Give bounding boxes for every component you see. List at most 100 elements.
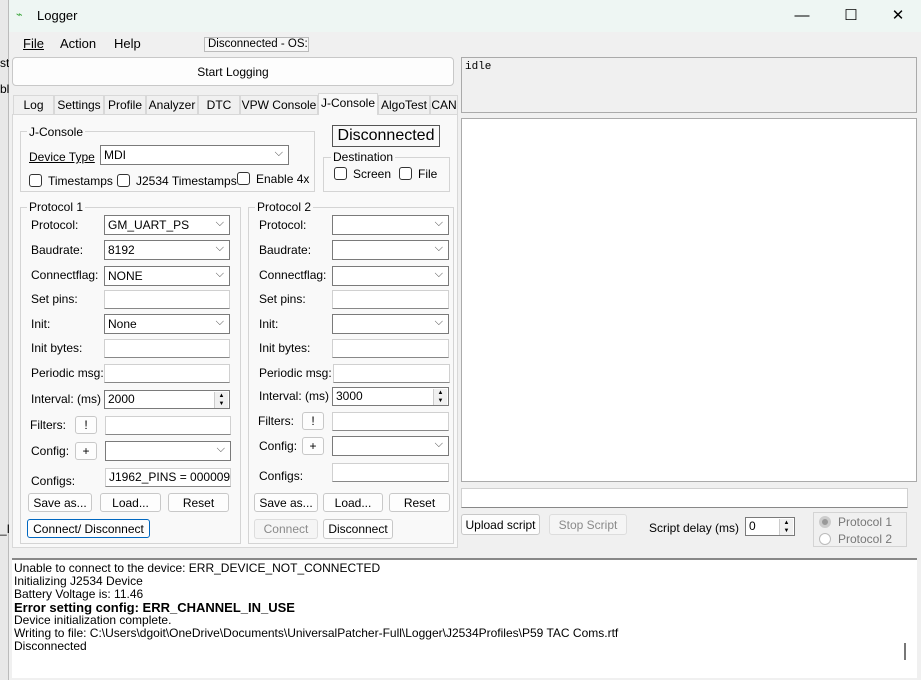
stop-script-button[interactable]: Stop Script (549, 514, 627, 535)
protocol-label: Protocol: (31, 218, 79, 232)
script-delay-spinner[interactable]: 0 ▲ ▼ (745, 517, 795, 536)
periodic-msg-1-input[interactable] (104, 364, 230, 383)
device-type-label: Device Type (29, 150, 95, 164)
reset-2-button[interactable]: Reset (389, 493, 450, 512)
menu-help[interactable]: Help (114, 36, 141, 51)
protocol-2-radio-label: Protocol 2 (838, 532, 893, 546)
filters-label: Filters: (258, 414, 294, 428)
tab-profile[interactable]: Profile (104, 95, 146, 114)
usb-device-icon: ⌁ (16, 9, 23, 21)
spinner-arrows-icon[interactable]: ▲ ▼ (433, 389, 447, 405)
filters-2-input[interactable] (332, 412, 449, 431)
init-label: Init: (259, 317, 279, 331)
config-2-select[interactable] (332, 435, 449, 456)
connectflag-1-select[interactable]: NONE (104, 265, 230, 286)
config-1-select[interactable] (105, 440, 231, 461)
tab-vpw-console[interactable]: VPW Console (240, 95, 318, 114)
log-line: Disconnected (14, 639, 87, 653)
tab-dtc[interactable]: DTC (198, 95, 240, 114)
save-as-1-button[interactable]: Save as... (28, 493, 92, 512)
init-2-select[interactable] (332, 313, 449, 334)
connectflag-2-select[interactable] (332, 265, 449, 286)
scrollbar-thumb[interactable] (904, 643, 906, 660)
screen-label: Screen (353, 167, 392, 181)
filters-label: Filters: (30, 418, 66, 432)
file-checkbox[interactable] (399, 167, 412, 180)
save-as-2-button[interactable]: Save as... (254, 493, 318, 512)
init-bytes-1-input[interactable] (104, 339, 230, 358)
filters-1-button[interactable]: ! (75, 416, 97, 434)
j2534-timestamps-checkbox[interactable] (117, 174, 130, 187)
protocol-2-radio[interactable] (819, 533, 831, 545)
protocol-label: Protocol: (259, 218, 307, 232)
status-textbox: idle (461, 57, 917, 113)
connection-status-label: Disconnected (332, 125, 440, 147)
log-output[interactable]: Unable to connect to the device: ERR_DEV… (12, 558, 917, 678)
set-pins-1-input[interactable] (104, 290, 230, 309)
periodic-msg-2-input[interactable] (333, 364, 450, 383)
protocol-1-radio-label: Protocol 1 (838, 515, 893, 529)
spinner-arrows-icon[interactable]: ▲ ▼ (214, 392, 228, 408)
script-delay-value: 0 (749, 519, 756, 533)
upload-script-button[interactable]: Upload script (461, 514, 540, 535)
timestamps-checkbox[interactable] (29, 174, 42, 187)
menu-file[interactable]: File (23, 36, 44, 51)
filters-1-input[interactable] (105, 416, 231, 435)
enable-4x-checkbox[interactable] (237, 172, 250, 185)
connection-os-status: Disconnected - OS: (204, 37, 309, 52)
disconnect-2-button[interactable]: Disconnect (323, 519, 393, 539)
init-bytes-label: Init bytes: (31, 341, 83, 355)
device-type-select[interactable]: MDI (100, 144, 289, 165)
menu-action[interactable]: Action (60, 36, 96, 51)
console-output[interactable] (461, 118, 917, 482)
command-input[interactable] (461, 488, 908, 508)
tab-log[interactable]: Log (13, 95, 54, 114)
set-pins-label: Set pins: (31, 292, 78, 306)
interval-value: 3000 (336, 389, 363, 403)
protocol-2-select[interactable] (332, 214, 449, 235)
background-fragment: bl (0, 82, 9, 96)
title-bar (9, 0, 921, 32)
connectflag-label: Connectflag: (259, 268, 327, 282)
add-config-2-button[interactable]: + (302, 437, 324, 455)
maximize-button[interactable]: ☐ (836, 5, 866, 27)
protocol-1-select[interactable]: GM_UART_PS (104, 214, 230, 235)
spinner-arrows-icon[interactable]: ▲ ▼ (779, 519, 793, 535)
load-2-button[interactable]: Load... (323, 493, 383, 512)
screen-checkbox[interactable] (334, 167, 347, 180)
init-1-select[interactable]: None (104, 313, 230, 334)
connect-disconnect-button[interactable]: Connect/ Disconnect (27, 519, 150, 538)
add-config-1-button[interactable]: + (75, 442, 97, 460)
baudrate-1-select[interactable]: 8192 (104, 239, 230, 260)
configs-1-input[interactable]: J1962_PINS = 00000900 (105, 468, 231, 487)
init-bytes-2-input[interactable] (332, 339, 449, 358)
configs-2-input[interactable] (332, 463, 449, 482)
minimize-button[interactable]: — (787, 5, 817, 27)
configs-label: Configs: (259, 469, 304, 483)
tab-settings[interactable]: Settings (54, 95, 104, 114)
load-1-button[interactable]: Load... (100, 493, 161, 512)
protocol-1-radio[interactable] (819, 516, 831, 528)
group-label: J-Console (27, 125, 86, 139)
set-pins-label: Set pins: (259, 292, 306, 306)
periodic-msg-label: Periodic msg: (31, 366, 104, 380)
baudrate-2-select[interactable] (332, 239, 449, 260)
set-pins-2-input[interactable] (332, 290, 449, 309)
start-logging-button[interactable]: Start Logging (12, 57, 454, 86)
tab-algotest[interactable]: AlgoTest (378, 95, 430, 114)
reset-1-button[interactable]: Reset (168, 493, 229, 512)
tab-can[interactable]: CAN (430, 95, 458, 114)
protocol-1-title: Protocol 1 (27, 200, 86, 214)
interval-2-spinner[interactable]: 3000 ▲ ▼ (332, 387, 449, 406)
connect-2-button[interactable]: Connect (254, 519, 318, 539)
interval-label: Interval: (ms) (259, 389, 330, 403)
close-button[interactable]: ✕ (883, 5, 913, 27)
destination-label: Destination (331, 150, 396, 164)
protocol-2-title: Protocol 2 (255, 200, 314, 214)
tab-analyzer[interactable]: Analyzer (146, 95, 198, 114)
j2534-timestamps-label: J2534 Timestamps (136, 174, 237, 188)
interval-1-spinner[interactable]: 2000 ▲ ▼ (104, 390, 230, 409)
filters-2-button[interactable]: ! (302, 412, 324, 430)
interval-value: 2000 (108, 392, 135, 406)
tab-j-console[interactable]: J-Console (318, 93, 378, 115)
